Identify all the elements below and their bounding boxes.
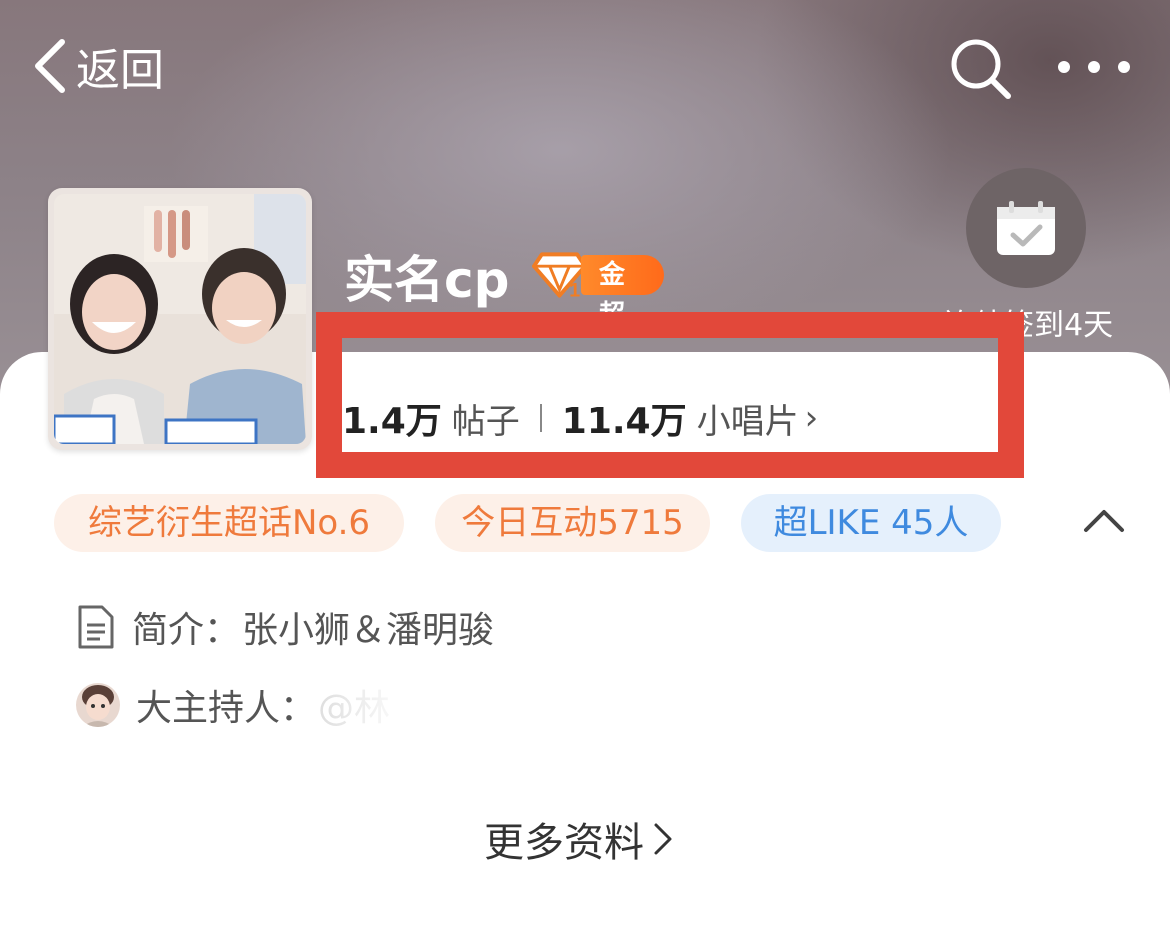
host-label: 大主持人： <box>136 688 317 729</box>
document-icon <box>78 605 114 649</box>
more-info-label: 更多资料 <box>484 820 644 866</box>
rank-chip[interactable]: 综艺衍生超话No.6 <box>54 494 404 552</box>
avatar <box>76 683 120 727</box>
collapse-button[interactable] <box>1082 502 1126 538</box>
gold-super-badge[interactable]: 1 金超 <box>532 250 664 330</box>
supertopic-title: 实名cp <box>344 251 510 309</box>
checkin-button[interactable] <box>966 168 1086 288</box>
highlight-box <box>316 312 1024 478</box>
dot-icon <box>1058 61 1070 73</box>
dot-icon <box>1088 61 1100 73</box>
badge-label: 金超 <box>580 255 664 330</box>
daily-interaction-chip[interactable]: 今日互动5715 <box>435 494 710 552</box>
chevron-left-icon <box>35 39 65 93</box>
chevron-right-icon <box>654 823 672 855</box>
calendar-check-icon <box>997 201 1055 255</box>
intro-row: 简介： 张小狮＆潘明骏 <box>76 602 494 652</box>
chevron-up-icon <box>1084 510 1124 532</box>
more-info-button[interactable]: 更多资料 <box>484 812 674 866</box>
host-fade-overlay <box>300 676 460 736</box>
supertopic-cover-image <box>48 188 312 450</box>
super-like-chip[interactable]: 超LIKE 45人 <box>741 494 1001 552</box>
dot-icon <box>1118 61 1130 73</box>
search-button[interactable] <box>948 36 1012 100</box>
intro-value: 张小狮＆潘明骏 <box>242 610 495 651</box>
intro-label: 简介： <box>132 610 241 651</box>
diamond-rank-icon: 1 <box>532 252 587 300</box>
back-label: 返回 <box>76 45 164 96</box>
back-button[interactable]: 返回 <box>30 34 164 98</box>
badge-level: 1 <box>569 280 580 300</box>
search-icon <box>951 39 1011 99</box>
more-options-button[interactable] <box>1058 50 1130 84</box>
